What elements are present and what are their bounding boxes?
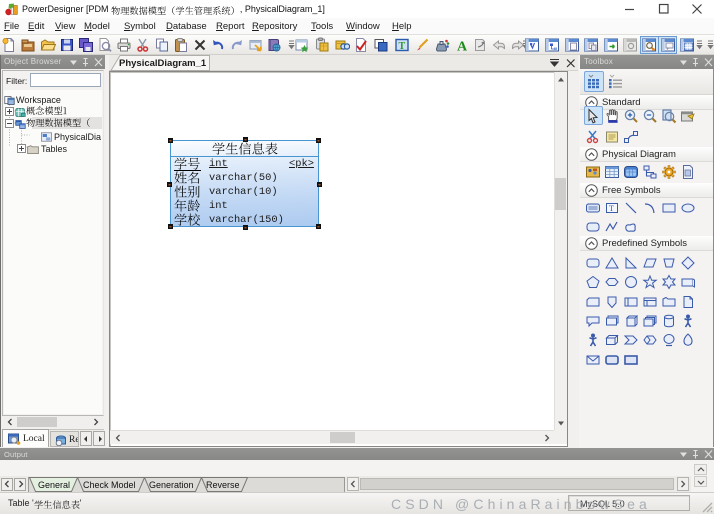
svg-text:A: A [457,40,468,54]
svg-text:T: T [609,204,614,213]
svg-text:T: T [399,41,406,52]
